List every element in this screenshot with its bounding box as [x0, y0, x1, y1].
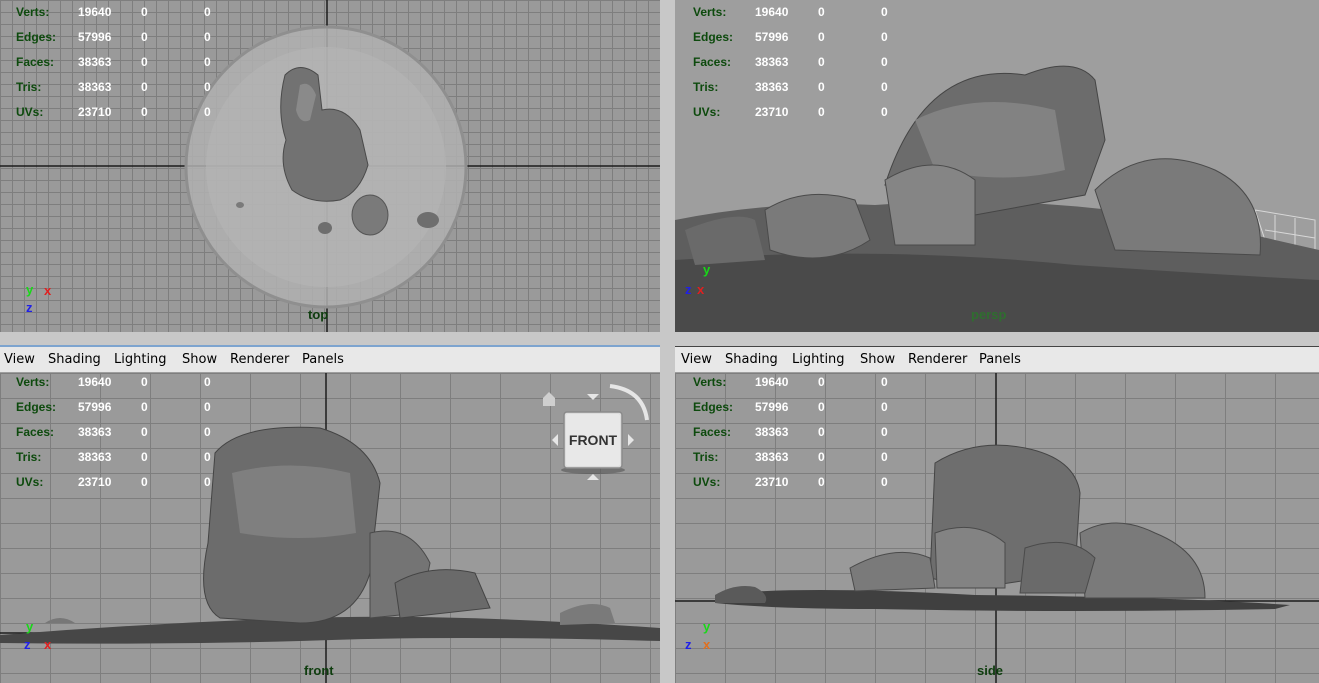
camera-label: top [308, 307, 329, 322]
axis-y-label: y [26, 282, 34, 297]
axis-gizmo: y z x [685, 262, 725, 302]
axis-y-label: y [26, 619, 34, 634]
axis-gizmo: y x z [22, 282, 62, 322]
axis-y-label: y [703, 262, 711, 277]
panel-menubar-side: View Shading Lighting Show Renderer Pane… [675, 347, 1319, 373]
axis-x-label: x [703, 637, 711, 652]
arrow-up-icon [587, 394, 599, 400]
view-cube[interactable]: FRONT [535, 378, 660, 488]
camera-label: side [977, 663, 1004, 678]
axis-z-label: z [685, 637, 692, 652]
menu-show[interactable]: Show [860, 352, 895, 367]
axis-x-label: x [697, 282, 705, 297]
axis-z-label: z [685, 282, 692, 297]
axis-x-label: x [44, 637, 52, 652]
top-view-scene [0, 0, 660, 332]
axis-gizmo: y z x [683, 619, 723, 659]
menu-renderer[interactable]: Renderer [230, 352, 289, 367]
viewcube-face-label[interactable]: FRONT [564, 432, 622, 448]
axis-x-label: x [44, 283, 52, 298]
arrow-right-icon [628, 434, 634, 446]
viewport-side[interactable]: Verts: 19640 0 0 Edges: 57996 0 0 Faces: 38363 0… [675, 373, 1319, 683]
menu-shading[interactable]: Shading [725, 352, 778, 367]
camera-label: front [304, 663, 334, 678]
arrow-left-icon [552, 434, 558, 446]
panel-separator-horizontal[interactable] [0, 332, 1319, 346]
axis-z-label: z [26, 300, 33, 315]
persp-view-scene [675, 65, 1319, 332]
menu-view[interactable]: View [4, 352, 35, 367]
viewport-front[interactable]: Verts: 19640 0 0 Edges: 57996 0 0 Faces: 38363 0… [0, 373, 660, 683]
axis-y-label: y [703, 619, 711, 634]
menu-view[interactable]: View [681, 352, 712, 367]
camera-label: persp [971, 307, 1007, 322]
menu-panels[interactable]: Panels [979, 352, 1021, 367]
axis-gizmo: y z x [22, 619, 62, 659]
panel-menubar-front: View Shading Lighting Show Renderer Pane… [0, 347, 660, 373]
menu-renderer[interactable]: Renderer [908, 352, 967, 367]
viewport-top[interactable]: Verts: 19640 0 0 Edges: 57996 0 0 Faces: 38363 0… [0, 0, 660, 332]
axis-z-label: z [24, 637, 31, 652]
menu-shading[interactable]: Shading [48, 352, 101, 367]
menu-lighting[interactable]: Lighting [114, 352, 167, 367]
menu-show[interactable]: Show [182, 352, 217, 367]
home-icon [543, 392, 555, 406]
arrow-down-icon [587, 474, 599, 480]
menu-lighting[interactable]: Lighting [792, 352, 845, 367]
viewport-persp[interactable]: Verts: 19640 0 0 Edges: 57996 0 0 Faces: 38363 0… [675, 0, 1319, 332]
side-view-scene [675, 373, 1319, 683]
menu-panels[interactable]: Panels [302, 352, 344, 367]
